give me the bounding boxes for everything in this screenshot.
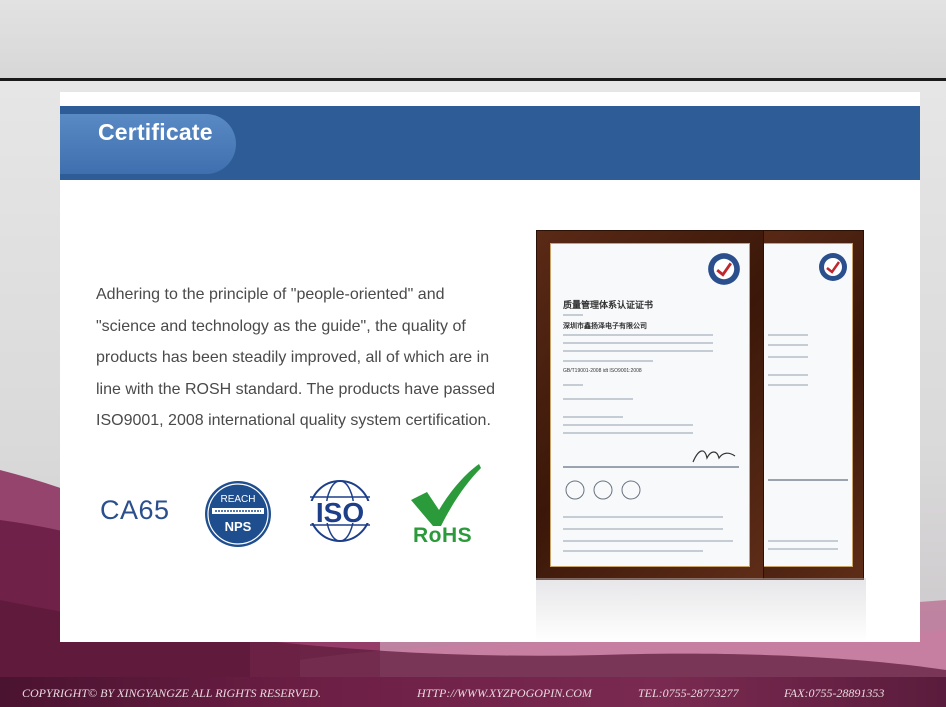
cert-divider	[768, 479, 848, 481]
cert-text-line	[563, 314, 583, 316]
cert-standard: GB/T19001-2008 idt ISO9001:2008	[563, 368, 642, 374]
ca65-logo: CA65	[100, 495, 170, 525]
content-panel: Certificate Adhering to the principle of…	[60, 92, 920, 642]
cert-seal-icon	[708, 253, 740, 285]
certificate-frame-front: 质量管理体系认证证书 深圳市鑫扬泽电子有限公司 GB/T19001-2008 i…	[536, 230, 764, 580]
cert-text-line	[563, 528, 723, 530]
cert-text-line	[768, 334, 808, 336]
footer-website[interactable]: HTTP://WWW.XYZPOGOPIN.COM	[417, 686, 592, 701]
frame-reflection	[536, 578, 866, 642]
reach-label: REACH	[220, 494, 255, 505]
description-line: products has been steadily improved, all…	[96, 349, 490, 366]
cert-text-line	[563, 334, 713, 336]
cert-text-line	[563, 342, 713, 344]
cert-text-line	[563, 432, 693, 434]
description-line: Adhering to the principle of "people-ori…	[96, 286, 445, 303]
cert-seal-icon	[819, 253, 847, 281]
description-line: ISO9001, 2008 international quality syst…	[96, 412, 491, 429]
rohs-label: RoHS	[413, 524, 473, 547]
cert-text-line	[563, 384, 583, 386]
cert-text-line	[563, 350, 713, 352]
cert-title: 质量管理体系认证证书	[563, 300, 654, 310]
footer-fax: FAX:0755-28891353	[784, 686, 885, 700]
iso-logo: ISO	[302, 480, 378, 542]
reach-nps-logo: REACH NPS	[205, 481, 271, 547]
cert-text-line	[768, 540, 838, 542]
iso-label: ISO	[316, 497, 364, 528]
accreditation-marks	[565, 480, 641, 500]
certificate-frame-back	[748, 230, 864, 580]
certificate-sheet-front: 质量管理体系认证证书 深圳市鑫扬泽电子有限公司 GB/T19001-2008 i…	[550, 243, 750, 567]
nps-label: NPS	[225, 519, 252, 534]
description-line: "science and technology as the guide", t…	[96, 317, 466, 335]
cert-text-line	[563, 398, 633, 400]
cert-text-line	[563, 424, 693, 426]
certificate-sheet-back	[761, 243, 853, 567]
cert-text-line	[768, 344, 808, 346]
cert-text-line	[563, 360, 653, 362]
page-title: Certificate	[98, 119, 213, 145]
cert-text-line	[563, 540, 733, 542]
description-line: line with the ROSH standard. The product…	[96, 380, 496, 398]
cert-company: 深圳市鑫扬泽电子有限公司	[563, 323, 647, 330]
cert-text-line	[768, 356, 808, 358]
description-text: Adhering to the principle of "people-ori…	[96, 279, 516, 437]
footer-tel: TEL:0755-28773277	[638, 686, 739, 700]
cert-text-line	[563, 550, 703, 552]
footer-copyright: COPYRIGHT© BY XINGYANGZE ALL RIGHTS RESE…	[22, 686, 321, 700]
cert-text-line	[563, 416, 623, 418]
cert-text-line	[768, 374, 808, 376]
certificate-frames: 质量管理体系认证证书 深圳市鑫扬泽电子有限公司 GB/T19001-2008 i…	[536, 230, 866, 642]
cert-text-line	[768, 384, 808, 386]
cert-divider	[563, 466, 739, 468]
cert-text-line	[563, 516, 723, 518]
cert-text-line	[768, 548, 838, 550]
footer-bar: COPYRIGHT© BY XINGYANGZE ALL RIGHTS RESE…	[0, 677, 946, 707]
